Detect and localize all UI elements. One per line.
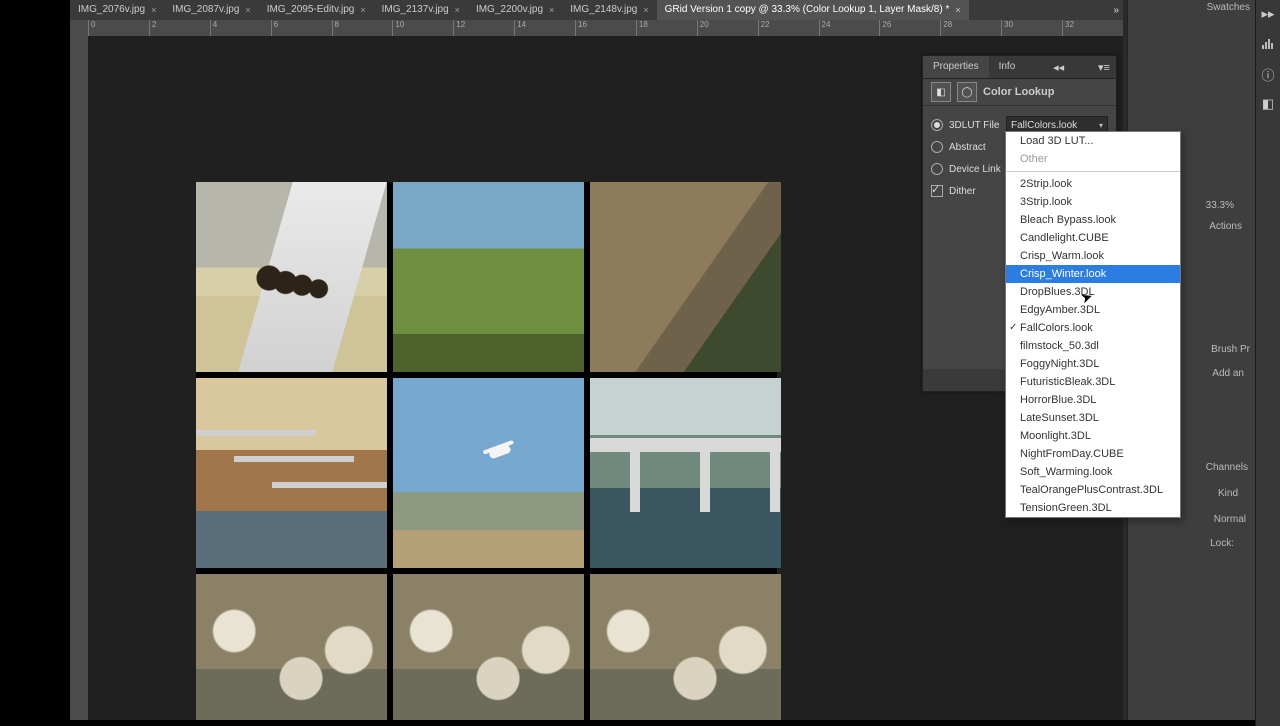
tab-overflow-icon[interactable]: » [1109, 5, 1123, 16]
radio-device-link[interactable] [931, 163, 943, 175]
radio-3dlut-file[interactable] [931, 119, 943, 131]
adjustment-icon: ◧ [931, 82, 951, 102]
grid-photo [393, 378, 584, 568]
info-icon[interactable]: ⓘ [1260, 66, 1276, 82]
grid-photo [590, 182, 781, 372]
checkbox-dither[interactable] [931, 185, 943, 197]
close-icon[interactable]: × [245, 0, 250, 20]
document-tab[interactable]: IMG_2076v.jpg× [70, 0, 164, 20]
lock-label: Lock: [1210, 538, 1234, 549]
ruler-vertical[interactable] [70, 36, 88, 720]
panel-menu-icon[interactable]: ▾≡ [1092, 61, 1116, 74]
grid-photo [393, 182, 584, 372]
menu-lut-item[interactable]: HorrorBlue.3DL [1006, 391, 1180, 409]
close-icon[interactable]: × [151, 0, 156, 20]
document-tab[interactable]: IMG_2137v.jpg× [374, 0, 468, 20]
menu-lut-item[interactable]: LateSunset.3DL [1006, 409, 1180, 427]
collapsed-dock: ▸▸ ⓘ ◧ [1255, 0, 1280, 726]
actions-panel-label[interactable]: Actions [1209, 221, 1242, 232]
collapse-icon[interactable]: ◂◂ [1047, 61, 1070, 74]
close-icon[interactable]: × [643, 0, 648, 20]
menu-lut-item[interactable]: 2Strip.look [1006, 175, 1180, 193]
expand-panels-icon[interactable]: ▸▸ [1260, 6, 1276, 22]
swatches-panel-label[interactable]: Swatches [1207, 2, 1250, 13]
lut-dropdown-menu: Load 3D LUT... Other 2Strip.look3Strip.l… [1005, 131, 1181, 518]
menu-lut-item[interactable]: Crisp_Warm.look [1006, 247, 1180, 265]
mask-icon[interactable]: ◯ [957, 82, 977, 102]
menu-lut-item[interactable]: Bleach Bypass.look [1006, 211, 1180, 229]
menu-lut-item[interactable]: Soft_Warming.look [1006, 463, 1180, 481]
tab-info[interactable]: Info [989, 56, 1026, 78]
menu-lut-item[interactable]: filmstock_50.3dl [1006, 337, 1180, 355]
menu-lut-item[interactable]: Crisp_Winter.look [1006, 265, 1180, 283]
menu-lut-item[interactable]: FuturisticBleak.3DL [1006, 373, 1180, 391]
menu-lut-item[interactable]: TealOrangePlusContrast.3DL [1006, 481, 1180, 499]
add-action-label[interactable]: Add an [1212, 368, 1244, 379]
histogram-icon[interactable] [1260, 36, 1276, 52]
tab-properties[interactable]: Properties [923, 56, 989, 78]
blend-mode-label[interactable]: Normal [1214, 514, 1246, 525]
menu-lut-item[interactable]: Moonlight.3DL [1006, 427, 1180, 445]
layer-kind-label[interactable]: Kind [1218, 488, 1238, 499]
menu-lut-item[interactable]: TensionGreen.3DL [1006, 499, 1180, 517]
document-tab-bar: IMG_2076v.jpg× IMG_2087v.jpg× IMG_2095-E… [70, 0, 1123, 20]
grid-photo [196, 378, 387, 568]
grid-photo [393, 574, 584, 720]
menu-lut-item[interactable]: 3Strip.look [1006, 193, 1180, 211]
grid-photo [590, 378, 781, 568]
brush-presets-label[interactable]: Brush Pr [1211, 344, 1250, 355]
document-tab[interactable]: IMG_2148v.jpg× [562, 0, 656, 20]
layers-icon[interactable]: ◧ [1260, 96, 1276, 112]
channels-panel-label[interactable]: Channels [1206, 462, 1248, 473]
menu-lut-item[interactable]: NightFromDay.CUBE [1006, 445, 1180, 463]
menu-other: Other [1006, 150, 1180, 168]
close-icon[interactable]: × [455, 0, 460, 20]
document-tab-active[interactable]: GRid Version 1 copy @ 33.3% (Color Looku… [657, 0, 969, 20]
menu-lut-item[interactable]: Candlelight.CUBE [1006, 229, 1180, 247]
close-icon[interactable]: × [955, 0, 960, 20]
adjustment-title: Color Lookup [983, 86, 1055, 98]
radio-abstract[interactable] [931, 141, 943, 153]
ruler-horizontal[interactable]: 02468101214161820222426283032 [88, 20, 1123, 37]
grid-photo [590, 574, 781, 720]
grid-photo [196, 182, 387, 372]
close-icon[interactable]: × [360, 0, 365, 20]
document-tab[interactable]: IMG_2087v.jpg× [164, 0, 258, 20]
document-tab[interactable]: IMG_2095-Editv.jpg× [259, 0, 374, 20]
menu-lut-item[interactable]: ✓FallColors.look [1006, 319, 1180, 337]
menu-separator [1006, 171, 1180, 172]
grid-photo [196, 574, 387, 720]
close-icon[interactable]: × [549, 0, 554, 20]
check-icon: ✓ [1009, 319, 1017, 337]
menu-load-lut[interactable]: Load 3D LUT... [1006, 132, 1180, 150]
menu-lut-item[interactable]: FoggyNight.3DL [1006, 355, 1180, 373]
zoom-readout: 33.3% [1206, 200, 1234, 211]
document-tab[interactable]: IMG_2200v.jpg× [468, 0, 562, 20]
app-frame: IMG_2076v.jpg× IMG_2087v.jpg× IMG_2095-E… [70, 0, 1280, 720]
chevron-down-icon: ▾ [1099, 121, 1103, 130]
ruler-origin[interactable] [70, 20, 89, 37]
document-grid [196, 182, 777, 720]
